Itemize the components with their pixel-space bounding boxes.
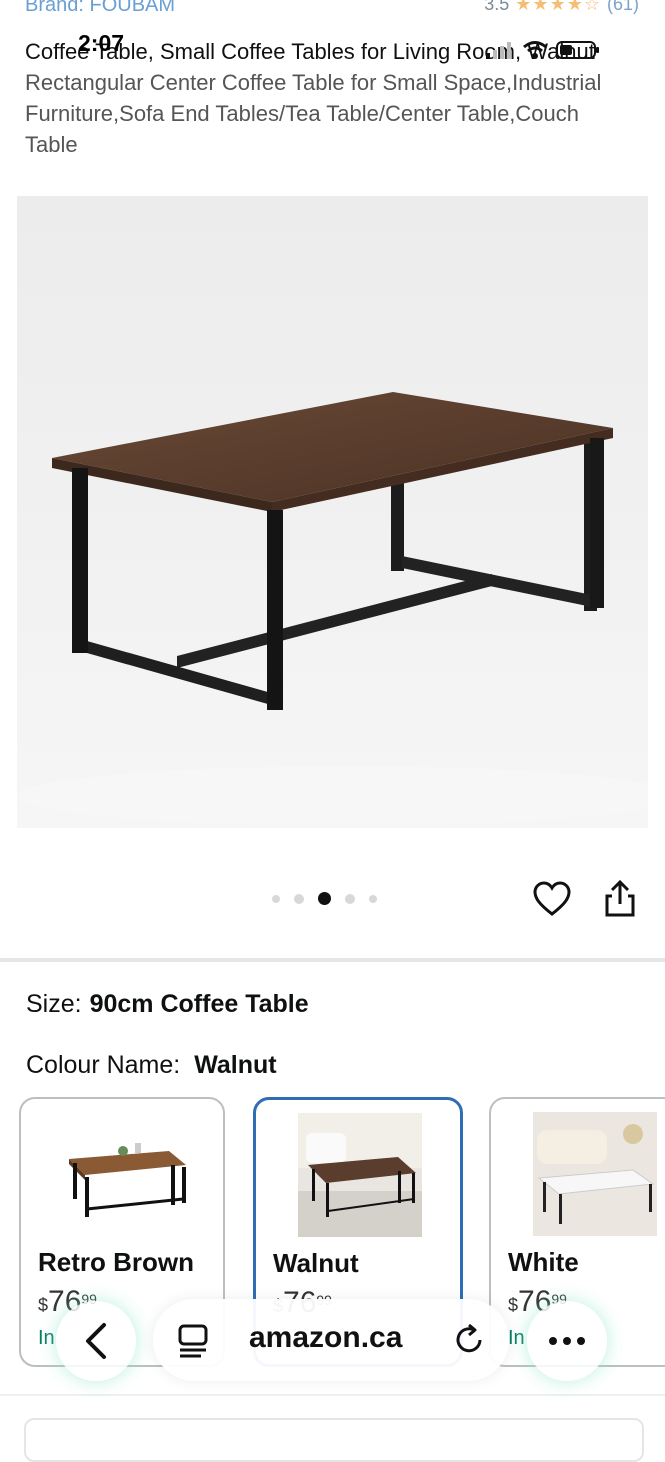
product-image[interactable] [17, 196, 648, 828]
more-button[interactable] [527, 1301, 607, 1381]
rating-count[interactable]: (61) [607, 0, 639, 15]
gallery-dot[interactable] [294, 893, 304, 904]
address-bar[interactable]: amazon.ca [153, 1299, 509, 1381]
next-card [24, 1418, 644, 1462]
back-button[interactable] [56, 1301, 136, 1381]
rating[interactable]: 3.5 ★★★★☆ (61) [484, 0, 639, 15]
colour-selection: Colour Name: Walnut [26, 1051, 277, 1080]
swatch-name: White [508, 1247, 579, 1277]
reload-icon[interactable] [453, 1323, 487, 1357]
star-rating-icon: ★★★★☆ [515, 0, 601, 14]
size-selection: Size: 90cm Coffee Table [26, 990, 309, 1019]
swatch-thumbnail [298, 1113, 422, 1237]
swatch-name: Walnut [273, 1248, 359, 1278]
reader-icon[interactable] [177, 1323, 211, 1359]
gallery-dot[interactable] [345, 893, 355, 904]
gallery-dot-active[interactable] [318, 892, 331, 905]
size-label: Size: [26, 990, 82, 1018]
colour-label: Colour Name: [26, 1051, 181, 1079]
swatch-thumbnail [69, 1143, 186, 1217]
chevron-left-icon [86, 1323, 106, 1359]
colour-value: Walnut [194, 1051, 277, 1079]
product-title: Coffee Table, Small Coffee Tables for Li… [25, 36, 625, 160]
url-text[interactable]: amazon.ca [249, 1321, 402, 1355]
gallery-dot[interactable] [272, 894, 280, 903]
more-icon [549, 1337, 585, 1345]
product-title-line1: Coffee Table, Small Coffee Tables for Li… [25, 39, 595, 64]
share-icon[interactable] [603, 880, 637, 918]
size-value: 90cm Coffee Table [89, 990, 309, 1018]
product-title-line2: Rectangular Center Coffee Table for Smal… [25, 70, 602, 157]
rating-value: 3.5 [484, 0, 510, 14]
gallery-indicator[interactable] [272, 892, 377, 905]
section-divider [0, 958, 665, 962]
coffee-table-image [17, 392, 648, 826]
browser-toolbar: amazon.ca [0, 1290, 665, 1400]
gallery-dot[interactable] [369, 894, 377, 903]
swatch-name: Retro Brown [38, 1247, 194, 1277]
product-header: Brand: FOUBAM 3.5 ★★★★☆ (61) [0, 0, 665, 22]
brand-link[interactable]: Brand: FOUBAM [25, 0, 175, 17]
heart-icon[interactable] [533, 881, 571, 919]
swatch-thumbnail [533, 1112, 657, 1236]
